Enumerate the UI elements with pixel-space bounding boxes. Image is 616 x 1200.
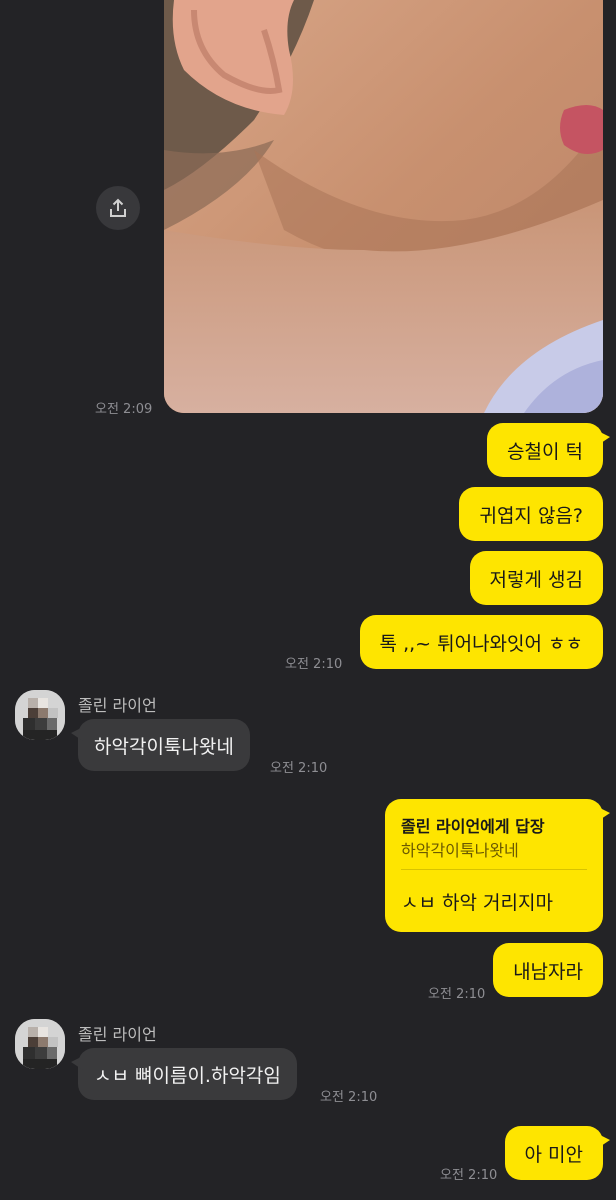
share-icon — [110, 198, 126, 217]
timestamp: 오전 2:10 — [270, 761, 328, 776]
my-message[interactable]: 저렇게 생김 — [469, 551, 603, 605]
my-message[interactable]: 톡 ,,~ 튀어나와잇어 ㅎㅎ — [359, 615, 603, 669]
reply-header: 졸린 라이언에게 답장 — [401, 817, 545, 836]
share-button[interactable] — [96, 186, 140, 230]
reply-text: ㅅㅂ 하악 거리지마 — [401, 892, 553, 914]
sender-name: 졸린 라이언 — [78, 696, 157, 715]
avatar-image — [15, 1019, 65, 1069]
my-message[interactable]: 승철이 턱 — [487, 423, 610, 477]
timestamp: 오전 2:10 — [320, 1090, 378, 1105]
sender-name: 졸린 라이언 — [78, 1025, 157, 1044]
photo-image — [164, 0, 603, 413]
timestamp: 오전 2:10 — [428, 987, 486, 1002]
photo-message[interactable] — [164, 0, 603, 413]
my-message[interactable]: 내남자라 — [493, 943, 603, 997]
timestamp: 오전 2:10 — [285, 657, 343, 672]
reply-divider — [401, 869, 587, 870]
timestamp: 오전 2:10 — [440, 1168, 498, 1183]
avatar[interactable] — [15, 1019, 65, 1069]
my-message[interactable]: 귀엽지 않음? — [459, 487, 603, 541]
avatar[interactable] — [15, 690, 65, 740]
their-message[interactable]: ㅅㅂ 뼈이름이.하악각임 — [71, 1048, 297, 1100]
reply-quoted-text: 하악각이툭나왓네 — [401, 841, 519, 860]
their-message[interactable]: 하악각이툭나왓네 — [71, 719, 250, 771]
my-message[interactable]: 아 미안 — [504, 1126, 611, 1180]
reply-message[interactable]: 졸린 라이언에게 답장 하악각이툭나왓네 ㅅㅂ 하악 거리지마 — [385, 799, 610, 932]
timestamp: 오전 2:09 — [95, 402, 153, 417]
avatar-image — [15, 690, 65, 740]
